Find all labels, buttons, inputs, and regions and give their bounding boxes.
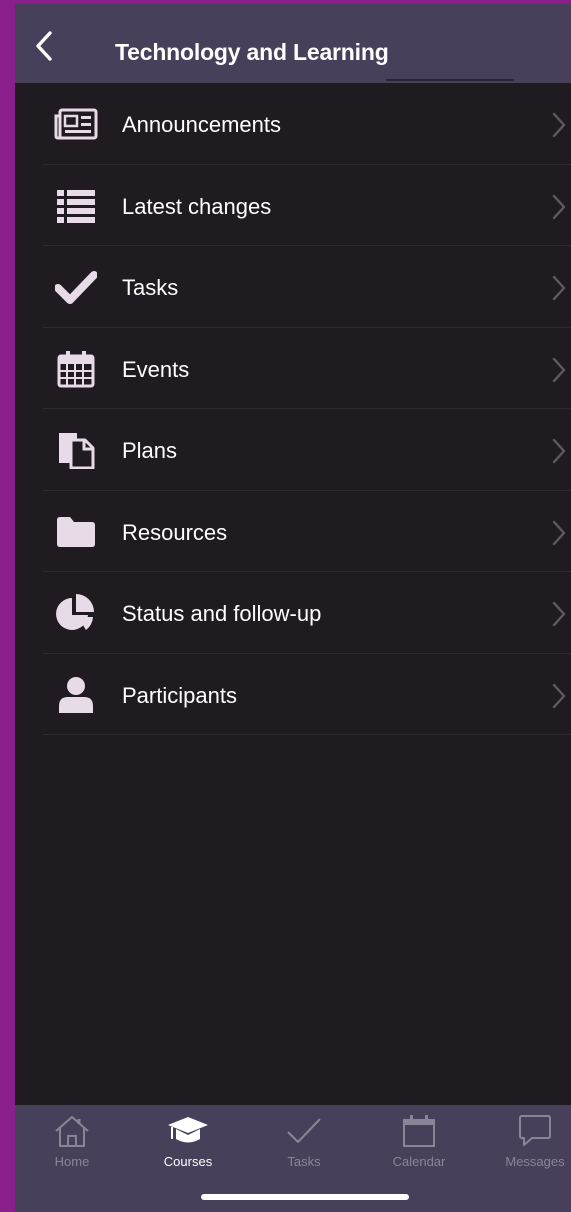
folder-icon <box>51 511 101 553</box>
pie-chart-icon <box>51 592 101 634</box>
newspaper-icon <box>51 103 101 145</box>
back-button[interactable] <box>29 28 59 64</box>
documents-icon <box>51 429 101 471</box>
home-icon <box>22 1113 122 1149</box>
chevron-left-icon <box>36 31 52 61</box>
header-bar: Technology and Learning <box>15 4 571 83</box>
menu-item-resources[interactable]: Resources <box>15 491 571 573</box>
menu-item-label: Plans <box>122 438 178 463</box>
menu-item-label: Events <box>122 356 190 382</box>
graduation-cap-icon <box>138 1113 238 1149</box>
menu-item-status-and-follow-up[interactable]: Status and follow-up <box>15 572 571 654</box>
course-menu-list: Announcements Latest changes Tasks Event… <box>15 83 571 735</box>
person-icon <box>51 674 101 716</box>
tab-messages[interactable]: Messages <box>485 1113 571 1173</box>
menu-item-label: Announcements <box>122 112 281 137</box>
menu-item-label: Tasks <box>122 275 179 300</box>
calendar-icon <box>369 1113 469 1149</box>
chevron-right-icon <box>552 520 566 545</box>
speech-bubble-icon <box>485 1113 571 1149</box>
menu-item-plans[interactable]: Plans <box>15 409 571 491</box>
tab-label: Courses <box>163 1154 213 1169</box>
app-screen: Technology and Learning Announcements La… <box>15 4 571 1212</box>
menu-item-tasks[interactable]: Tasks <box>15 246 571 328</box>
tab-label: Messages <box>505 1154 565 1169</box>
tab-label: Calendar <box>392 1154 446 1169</box>
calendar-icon <box>51 348 101 390</box>
tab-calendar[interactable]: Calendar <box>369 1113 469 1173</box>
menu-item-latest-changes[interactable]: Latest changes <box>15 165 571 247</box>
menu-item-label: Status and follow-up <box>122 601 322 626</box>
page-title: Technology and Learning <box>115 39 389 65</box>
menu-item-label: Resources <box>122 519 228 545</box>
chevron-right-icon <box>552 275 566 301</box>
menu-item-announcements[interactable]: Announcements <box>15 83 571 165</box>
chevron-right-icon <box>552 112 566 138</box>
tab-courses[interactable]: Courses <box>138 1113 238 1173</box>
tab-home[interactable]: Home <box>22 1113 122 1173</box>
menu-item-participants[interactable]: Participants <box>15 654 571 736</box>
home-indicator[interactable] <box>201 1194 409 1200</box>
checkmark-icon <box>51 266 101 308</box>
tab-label: Home <box>54 1154 90 1169</box>
list-icon <box>51 185 101 227</box>
chevron-right-icon <box>552 194 566 219</box>
menu-item-events[interactable]: Events <box>15 328 571 410</box>
tab-tasks[interactable]: Tasks <box>254 1113 354 1173</box>
chevron-right-icon <box>552 683 566 708</box>
chevron-right-icon <box>552 601 566 627</box>
tab-label: Tasks <box>287 1154 321 1169</box>
header-divider <box>386 79 514 81</box>
chevron-right-icon <box>552 438 566 464</box>
menu-item-label: Participants <box>122 682 237 708</box>
checkmark-icon <box>254 1113 354 1149</box>
chevron-right-icon <box>552 357 566 382</box>
menu-item-label: Latest changes <box>122 193 272 219</box>
